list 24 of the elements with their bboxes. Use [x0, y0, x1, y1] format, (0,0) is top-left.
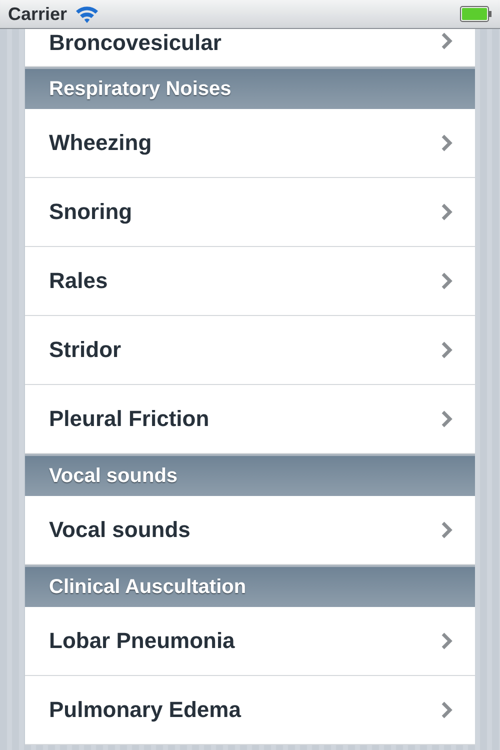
list-row[interactable]: Rales — [25, 247, 475, 316]
chevron-icon — [441, 203, 453, 221]
chevron-icon — [441, 341, 453, 359]
list-row[interactable]: Pleural Friction — [25, 385, 475, 454]
list-row[interactable]: Vocal sounds — [25, 496, 475, 565]
wifi-icon — [75, 4, 100, 24]
carrier-label: Carrier — [8, 4, 68, 24]
chevron-icon — [441, 32, 453, 50]
list-row[interactable]: Pulmonary Edema — [25, 676, 475, 745]
chevron-icon — [441, 701, 453, 719]
list-row[interactable]: Snoring — [25, 178, 475, 247]
list-row[interactable]: Lobar Pneumonia — [25, 607, 475, 676]
chevron-icon — [441, 410, 453, 428]
list-row[interactable]: Stridor — [25, 316, 475, 385]
section-header: Vocal sounds — [25, 454, 475, 496]
chevron-icon — [441, 134, 453, 152]
chevron-icon — [441, 632, 453, 650]
chevron-icon — [441, 521, 453, 539]
battery-icon — [460, 6, 492, 22]
list-row[interactable]: Wheezing — [25, 109, 475, 178]
section-header: Clinical Auscultation — [25, 565, 475, 607]
section-header: Respiratory Noises — [25, 67, 475, 109]
chevron-icon — [441, 272, 453, 290]
list-row[interactable]: Broncovesicular — [25, 29, 475, 67]
